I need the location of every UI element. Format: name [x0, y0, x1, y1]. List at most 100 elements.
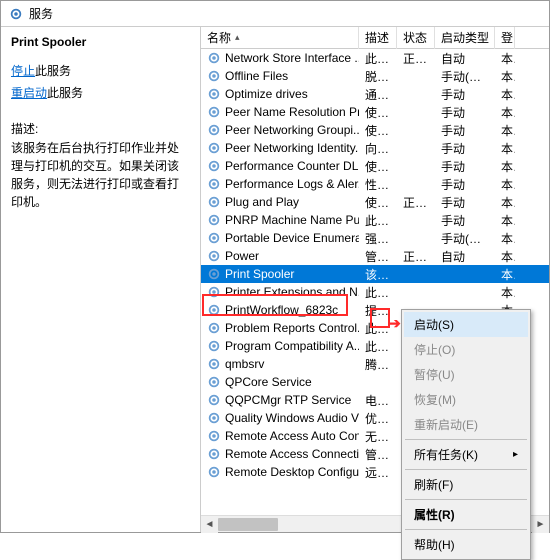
service-actions: 停止此服务 重启动此服务 [11, 61, 190, 104]
service-logon: 本 [495, 266, 515, 283]
menu-help[interactable]: 帮助(H) [404, 532, 528, 557]
table-row[interactable]: Printer Extensions and N...此服...本 [201, 283, 549, 301]
service-name: Performance Logs & Aler... [225, 177, 359, 191]
service-desc: 性能... [359, 176, 397, 193]
service-icon [207, 123, 221, 137]
service-icon [207, 159, 221, 173]
menu-start[interactable]: 启动(S) [404, 312, 528, 337]
service-startup: 手动 [435, 212, 495, 229]
table-row[interactable]: Performance Counter DL...使远... 手动本 [201, 157, 549, 175]
menu-pause[interactable]: 暂停(U) [404, 362, 528, 387]
service-logon: 本 [495, 212, 515, 229]
table-row[interactable]: Print Spooler 该服... 本 [201, 265, 549, 283]
service-name: Offline Files [225, 69, 288, 83]
table-row[interactable]: Offline Files脱机...手动(触发...本 [201, 67, 549, 85]
sort-ascending-icon: ▴ [235, 32, 240, 43]
table-row[interactable]: Plug and Play使计...正在...手动本 [201, 193, 549, 211]
service-name: Performance Counter DL... [225, 159, 359, 173]
service-desc: 管理... [359, 248, 397, 265]
service-desc: 使远... [359, 158, 397, 175]
service-icon [207, 195, 221, 209]
col-description[interactable]: 描述 [359, 27, 397, 49]
service-startup: 手动 [435, 86, 495, 103]
service-name: Network Store Interface ... [225, 51, 359, 65]
menu-separator [405, 529, 527, 530]
restart-link[interactable]: 重启动 [11, 86, 47, 100]
service-name: Remote Access Connecti... [225, 447, 359, 461]
service-name: Print Spooler [225, 267, 294, 281]
service-icon [207, 447, 221, 461]
service-desc: 通过... [359, 86, 397, 103]
service-startup: 自动 [435, 248, 495, 265]
table-row[interactable]: Optimize drives通过...手动本 [201, 85, 549, 103]
table-row[interactable]: Peer Networking Groupi...使用...手动本 [201, 121, 549, 139]
menu-restart[interactable]: 重新启动(E) [404, 412, 528, 437]
service-logon: 本 [495, 158, 515, 175]
service-logon: 本 [495, 104, 515, 121]
menu-all-tasks[interactable]: 所有任务(K)▸ [404, 442, 528, 467]
service-name: Portable Device Enumera... [225, 231, 359, 245]
service-name: PNRP Machine Name Pu... [225, 213, 359, 227]
stop-link[interactable]: 停止 [11, 64, 35, 78]
table-row[interactable]: Power管理...正在...自动本 [201, 247, 549, 265]
service-desc: 无论... [359, 428, 397, 445]
service-startup: 手动(触发... [435, 68, 495, 85]
service-desc: 脱机... [359, 68, 397, 85]
service-logon: 本 [495, 86, 515, 103]
service-icon [207, 177, 221, 191]
service-desc: 向对... [359, 140, 397, 157]
service-logon: 本 [495, 230, 515, 247]
titlebar: 服务 [1, 1, 549, 27]
menu-resume[interactable]: 恢复(M) [404, 387, 528, 412]
scroll-left-button[interactable]: ◄ [201, 516, 218, 533]
service-name: Peer Name Resolution Pr... [225, 105, 359, 119]
service-icon [207, 321, 221, 335]
selected-service-name: Print Spooler [11, 35, 190, 49]
services-icon [9, 7, 23, 21]
restart-line: 重启动此服务 [11, 83, 190, 105]
service-desc: 此服... [359, 284, 397, 301]
col-name[interactable]: 名称▴ [201, 27, 359, 49]
service-icon [207, 267, 221, 281]
service-desc: 管理... [359, 446, 397, 463]
service-icon [207, 51, 221, 65]
table-row[interactable]: Network Store Interface ...此服...正在...自动本 [201, 49, 549, 67]
description-label: 描述: [11, 120, 190, 137]
table-row[interactable]: Portable Device Enumera...强制... 手动(触发...本 [201, 229, 549, 247]
table-row[interactable]: Peer Name Resolution Pr...使用...手动本 [201, 103, 549, 121]
menu-stop[interactable]: 停止(O) [404, 337, 528, 362]
scroll-right-button[interactable]: ► [532, 516, 549, 533]
table-row[interactable]: Performance Logs & Aler...性能...手动本 [201, 175, 549, 193]
service-desc: 使用... [359, 122, 397, 139]
service-logon: 本 [495, 194, 515, 211]
details-pane: Print Spooler 停止此服务 重启动此服务 描述: 该服务在后台执行打… [1, 27, 201, 532]
scroll-thumb[interactable] [218, 518, 278, 531]
service-icon [207, 249, 221, 263]
menu-refresh[interactable]: 刷新(F) [404, 472, 528, 497]
service-name: Problem Reports Control... [225, 321, 359, 335]
service-icon [207, 69, 221, 83]
service-logon: 本 [495, 176, 515, 193]
service-icon [207, 285, 221, 299]
service-desc: 该服... [359, 266, 397, 283]
col-status[interactable]: 状态 [397, 27, 435, 49]
col-startup[interactable]: 启动类型 [435, 27, 495, 49]
menu-separator [405, 469, 527, 470]
service-desc: 强制... [359, 230, 397, 247]
service-icon [207, 213, 221, 227]
service-desc: 此服... [359, 320, 397, 337]
table-row[interactable]: Peer Networking Identity...向对...手动本 [201, 139, 549, 157]
service-startup: 手动(触发... [435, 230, 495, 247]
service-startup: 手动 [435, 158, 495, 175]
service-desc: 使用... [359, 104, 397, 121]
service-icon [207, 231, 221, 245]
table-row[interactable]: PNRP Machine Name Pu...此服...手动本 [201, 211, 549, 229]
col-logon[interactable]: 登 [495, 27, 515, 49]
window-title: 服务 [29, 5, 53, 22]
service-name: Plug and Play [225, 195, 299, 209]
description-text: 该服务在后台执行打印作业并处理与打印机的交互。如果关闭该服务，则无法进行打印或查… [11, 139, 190, 211]
submenu-arrow-icon: ▸ [513, 449, 518, 460]
service-name: qmbsrv [225, 357, 264, 371]
menu-properties[interactable]: 属性(R) [404, 502, 528, 527]
service-logon: 本 [495, 248, 515, 265]
